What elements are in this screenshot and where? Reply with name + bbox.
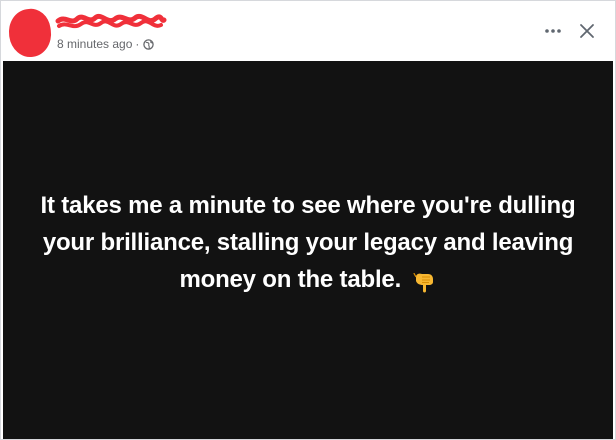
post-text-block: It takes me a minute to see where you're… xyxy=(28,187,588,298)
meta-separator: · xyxy=(135,37,140,51)
post-body-text: It takes me a minute to see where you're… xyxy=(40,192,576,293)
backhand-index-pointing-down-icon xyxy=(412,272,433,293)
redacted-avatar[interactable] xyxy=(5,6,55,60)
timestamp-link[interactable]: 8 minutes ago xyxy=(57,37,132,51)
redacted-author-name[interactable] xyxy=(55,13,167,33)
post-content: It takes me a minute to see where you're… xyxy=(3,61,613,439)
post-card: 8 minutes ago · It takes me a minute to … xyxy=(0,0,616,440)
close-button[interactable] xyxy=(575,19,599,43)
close-icon xyxy=(580,24,594,38)
globe-icon xyxy=(143,38,155,50)
more-options-icon xyxy=(545,29,561,33)
post-header: 8 minutes ago · xyxy=(1,1,615,61)
more-options-button[interactable] xyxy=(541,19,565,43)
post-meta: 8 minutes ago · xyxy=(57,37,155,51)
